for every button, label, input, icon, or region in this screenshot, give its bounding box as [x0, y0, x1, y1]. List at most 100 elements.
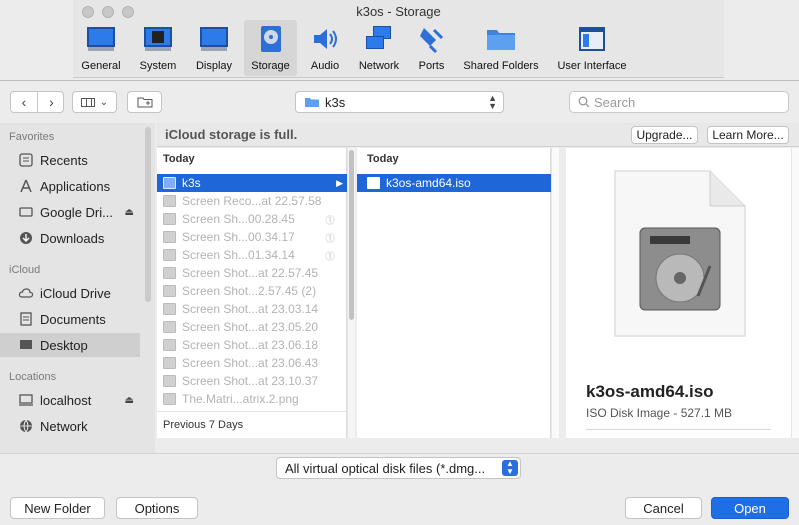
item-name: Screen Shot...at 22.57.45: [182, 266, 319, 280]
tab-label: Shared Folders: [463, 60, 539, 72]
monitor-icon: [87, 27, 115, 51]
tab-network[interactable]: Network: [354, 20, 404, 76]
upgrade-button[interactable]: Upgrade...: [631, 126, 698, 144]
tab-label: System: [139, 60, 177, 72]
file-icon: [163, 267, 176, 279]
item-name: Screen Reco...at 22.57.58: [182, 194, 322, 208]
eject-icon[interactable]: ⏏: [125, 395, 134, 406]
sidebar-item-network[interactable]: Network: [0, 414, 140, 438]
location-popup[interactable]: k3s ▲ ▼: [295, 91, 504, 113]
view-mode-button[interactable]: ⌄: [72, 91, 117, 113]
preview-scrollbar[interactable]: [791, 148, 799, 438]
item-name: Screen Shot...at 23.10.37: [182, 374, 319, 388]
dialog-toolbar: ‹ › ⌄ k3s ▲ ▼ Search: [0, 81, 799, 123]
forward-button[interactable]: ›: [38, 92, 65, 112]
sidebar-item-localhost[interactable]: localhost ⏏: [0, 388, 140, 412]
icloud-status-icon: ⓵: [325, 251, 335, 263]
list-item[interactable]: Screen Shot...at 23.03.14: [157, 300, 347, 318]
tab-label: Ports: [418, 60, 445, 72]
list-item[interactable]: Screen Shot...at 23.05.20: [157, 318, 347, 336]
list-item[interactable]: Screen Shot...at 22.57.45: [157, 264, 347, 282]
back-button[interactable]: ‹: [11, 92, 38, 112]
columns-view-icon: [80, 97, 95, 107]
item-name: Screen Shot...at 23.06.43: [182, 356, 319, 370]
column-1-scrollbar[interactable]: [347, 148, 355, 438]
sidebar-item-google-drive[interactable]: Google Dri... ⏏: [0, 200, 140, 224]
tab-user-interface[interactable]: User Interface: [551, 20, 633, 76]
item-name: Screen Sh...00.34.17: [182, 230, 295, 244]
eject-icon[interactable]: ⏏: [125, 207, 134, 218]
column-section-header: Today: [367, 153, 399, 165]
download-icon: [16, 230, 36, 246]
chip-icon: [144, 27, 172, 51]
list-item[interactable]: Screen Reco...at 22.57.58: [157, 192, 347, 210]
open-button[interactable]: Open: [711, 497, 789, 519]
tab-label: User Interface: [557, 60, 627, 72]
divider: [586, 429, 771, 430]
cancel-button[interactable]: Cancel: [625, 497, 702, 519]
file-type-filter-select[interactable]: All virtual optical disk files (*.dmg...…: [276, 457, 521, 479]
column-section-header: Previous 7 Days: [163, 419, 244, 431]
tab-display[interactable]: Display: [189, 20, 239, 76]
sidebar-item-icloud-drive[interactable]: iCloud Drive: [0, 281, 140, 305]
tab-label: General: [81, 60, 121, 72]
sidebar-item-documents[interactable]: Documents: [0, 307, 140, 331]
scrollbar-thumb[interactable]: [349, 150, 354, 320]
column-2-scrollbar[interactable]: [551, 148, 559, 438]
list-item[interactable]: Screen Sh...01.34.14 ⓵: [157, 246, 347, 264]
drive-icon: [16, 204, 36, 220]
display-icon: [200, 27, 228, 51]
folder-icon: [487, 30, 515, 50]
list-item[interactable]: Screen Shot...at 23.10.37: [157, 372, 347, 390]
tab-storage[interactable]: Storage: [244, 20, 297, 76]
list-item[interactable]: Screen Shot...at 23.06.43: [157, 354, 347, 372]
tab-audio[interactable]: Audio: [302, 20, 348, 76]
window-title: k3os - Storage: [356, 4, 441, 19]
list-item[interactable]: Screen Sh...00.34.17 ⓵: [157, 228, 347, 246]
tab-ports[interactable]: Ports: [410, 20, 453, 76]
location-label: k3s: [325, 94, 346, 110]
chevron-left-icon: ‹: [21, 94, 27, 110]
new-folder-button[interactable]: New Folder: [10, 497, 105, 519]
speaker-icon: [314, 29, 337, 49]
icloud-banner: iCloud storage is full. Upgrade... Learn…: [157, 123, 799, 147]
list-item[interactable]: k3os-amd64.iso: [357, 174, 551, 192]
list-item[interactable]: Screen Shot...at 23.06.18: [157, 336, 347, 354]
sidebar-item-desktop[interactable]: Desktop: [0, 333, 140, 357]
sidebar-item-label: Desktop: [40, 337, 88, 353]
sidebar-section-locations: Locations: [9, 371, 57, 383]
new-folder-icon: [137, 97, 152, 108]
file-icon: [163, 303, 176, 315]
options-button[interactable]: Options: [116, 497, 198, 519]
file-icon: [163, 375, 176, 387]
sidebar-scrollbar[interactable]: [145, 127, 151, 302]
sidebar: Favorites Recents Applications Google Dr…: [0, 123, 155, 453]
list-item[interactable]: The.Matri...atrix.2.png: [157, 390, 347, 408]
cloud-icon: [16, 285, 36, 301]
tab-label: Network: [358, 60, 400, 72]
tab-system[interactable]: System: [132, 20, 184, 76]
sidebar-item-label: localhost: [40, 392, 92, 408]
list-item[interactable]: Screen Shot...2.57.45 (2): [157, 282, 347, 300]
sidebar-section-favorites: Favorites: [9, 131, 55, 143]
disk-image-icon: [367, 177, 380, 189]
file-icon: [163, 339, 176, 351]
computer-icon: [16, 392, 36, 408]
list-item[interactable]: k3s ▶: [157, 174, 347, 192]
tab-general[interactable]: General: [76, 20, 126, 76]
learn-more-button[interactable]: Learn More...: [707, 126, 789, 144]
search-field[interactable]: Search: [569, 91, 789, 113]
sidebar-item-recents[interactable]: Recents: [0, 148, 140, 172]
open-file-sheet: ‹ › ⌄ k3s ▲ ▼ Search Favorites Recents A…: [0, 80, 799, 525]
file-icon: [163, 357, 176, 369]
tab-shared-folders[interactable]: Shared Folders: [459, 20, 543, 76]
column-section-header: Today: [163, 153, 195, 165]
item-name: Screen Shot...2.57.45 (2): [182, 284, 317, 298]
filter-value: All virtual optical disk files (*.dmg...: [285, 460, 486, 476]
disclosure-arrow-icon: ▶: [336, 177, 343, 188]
folder-icon: [163, 177, 176, 189]
new-folder-toolbar-button[interactable]: [127, 91, 162, 113]
sidebar-item-downloads[interactable]: Downloads: [0, 226, 140, 250]
sidebar-item-applications[interactable]: Applications: [0, 174, 140, 198]
list-item[interactable]: Screen Sh...00.28.45 ⓵: [157, 210, 347, 228]
